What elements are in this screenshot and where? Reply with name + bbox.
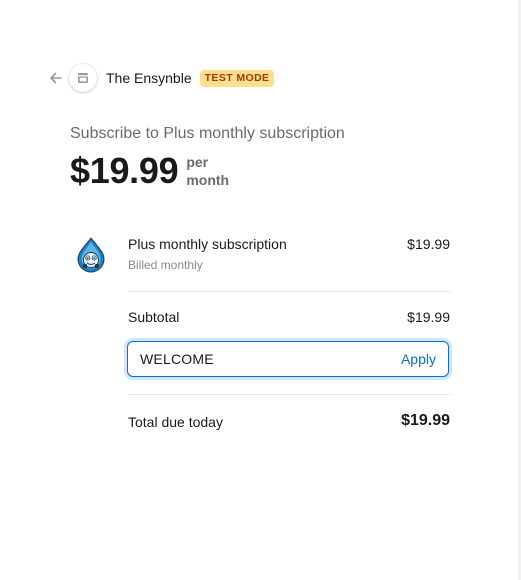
subtotal-value: $19.99 [407, 309, 450, 325]
total-value: $19.99 [401, 412, 450, 429]
period-line-1: per [186, 154, 209, 170]
price-row: $19.99 per month [70, 150, 236, 192]
divider [128, 394, 450, 395]
apply-promo-button[interactable]: Apply [401, 351, 436, 367]
store-icon [78, 73, 88, 83]
line-item-billing: Billed monthly [128, 258, 203, 272]
line-item-name: Plus monthly subscription [128, 236, 287, 252]
promo-code-field[interactable]: WELCOME Apply [127, 341, 449, 377]
back-button[interactable] [48, 70, 64, 86]
promo-code-input[interactable]: WELCOME [140, 351, 401, 367]
business-logo [69, 64, 97, 92]
price-amount: $19.99 [70, 150, 179, 191]
billing-period: per month [186, 153, 236, 189]
header: The Ensynble TEST MODE [48, 64, 275, 92]
period-line-2: month [186, 172, 230, 188]
subscription-title: Subscribe to Plus monthly subscription [70, 125, 345, 142]
divider [128, 291, 450, 292]
line-item-price: $19.99 [407, 236, 450, 252]
droplet-mascot-icon [74, 237, 108, 273]
subtotal-label: Subtotal [128, 309, 180, 325]
test-mode-badge: TEST MODE [199, 69, 275, 87]
business-name: The Ensynble [106, 70, 192, 86]
arrow-left-icon [50, 72, 62, 84]
total-label: Total due today [128, 414, 223, 430]
